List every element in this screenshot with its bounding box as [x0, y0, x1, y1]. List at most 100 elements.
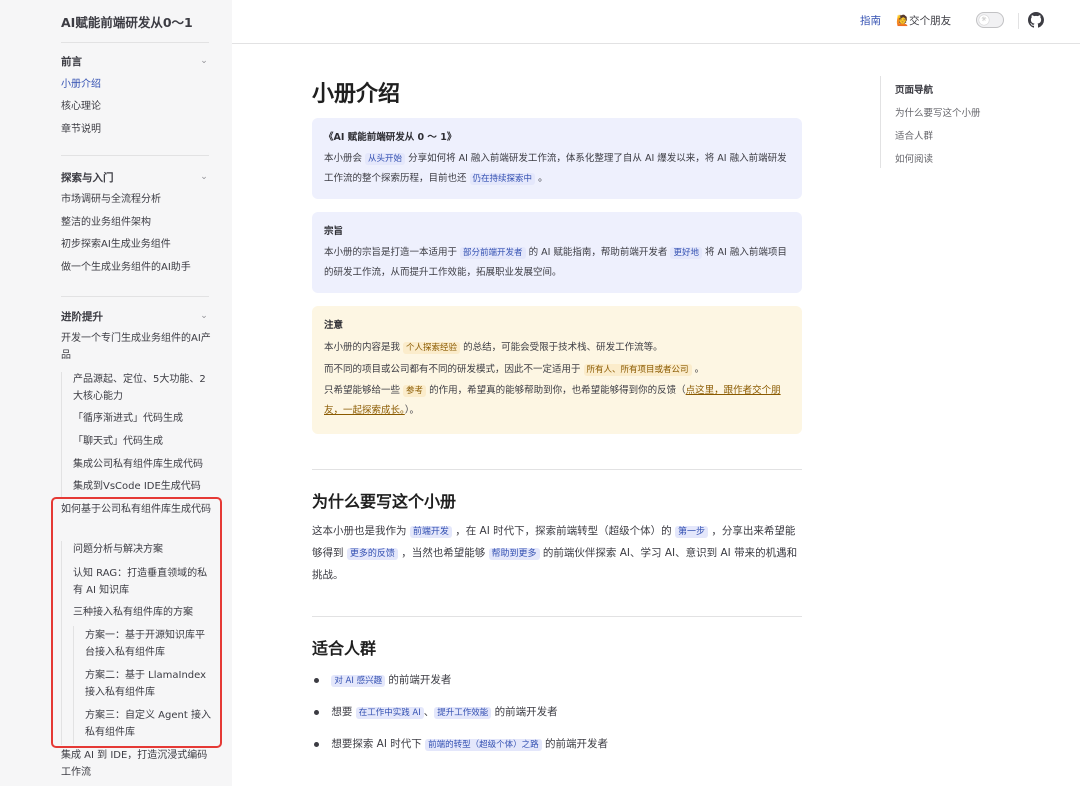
- inline-tag: 前端开发: [409, 526, 452, 538]
- why-paragraph: 这本小册也是我作为 前端开发 ，在 AI 时代下，探索前端转型（超级个体）的 第…: [312, 521, 802, 586]
- callout-text: 本小册的宗旨是打造一本适用于: [324, 247, 458, 258]
- callout-body: 本小册的内容是我 个人探索经验 的总结，可能会受限于技术栈、研发工作流等。 而不…: [324, 337, 790, 420]
- notice-callout: 注意 本小册的内容是我 个人探索经验 的总结，可能会受限于技术栈、研发工作流等。…: [312, 306, 802, 434]
- sidebar-group-title: 前言: [61, 55, 82, 68]
- highlight-box: [51, 497, 222, 748]
- section-heading-audience: 适合人群: [312, 639, 377, 658]
- callout-text: 本小册的内容是我: [324, 342, 401, 353]
- callout-text: 。: [538, 173, 548, 184]
- inline-tag: 前端的转型（超级个体）之路: [425, 739, 542, 751]
- inline-tag: 从头开始: [365, 153, 406, 165]
- outline-item-audience[interactable]: 适合人群: [895, 128, 933, 142]
- callout-text: 而不同的项目或公司都有不同的研发模式，因此不一定适用于: [324, 364, 581, 375]
- sidebar-item-explore-ai[interactable]: 初步探索AI生成业务组件: [61, 236, 171, 253]
- inline-tag: 更好地: [670, 247, 702, 259]
- sidebar-divider: [61, 296, 209, 297]
- sidebar-group-preface[interactable]: 前言 ⌄: [61, 52, 209, 70]
- section-divider: [312, 616, 802, 617]
- notice-line: 而不同的项目或公司都有不同的研发模式，因此不一定适用于 所有人、所有项目或者公司…: [324, 359, 790, 381]
- sidebar-item-product-origin[interactable]: 产品源起、定位、5大功能、2大核心能力: [73, 371, 213, 405]
- sidebar-group-title: 进阶提升: [61, 310, 103, 323]
- inline-tag: 提升工作效能: [434, 707, 492, 719]
- chevron-down-icon[interactable]: ⌄: [199, 172, 209, 182]
- nav-divider: [1018, 13, 1019, 29]
- inline-tag: 帮助到更多: [488, 548, 540, 560]
- sidebar-divider: [61, 42, 209, 43]
- purpose-callout: 宗旨 本小册的宗旨是打造一本适用于 部分前端开发者 的 AI 赋能指南，帮助前端…: [312, 212, 802, 293]
- list-text: 的前端开发者: [494, 706, 558, 718]
- list-item: 想要探索 AI 时代下 前端的转型（超级个体）之路 的前端开发者: [312, 735, 802, 754]
- theme-toggle[interactable]: ☼: [976, 12, 1004, 28]
- sidebar-group-title: 探索与入门: [61, 171, 114, 184]
- outline-item-how-to-read[interactable]: 如何阅读: [895, 151, 933, 165]
- sidebar: AI赋能前端研发从0～1 前言 ⌄ 小册介绍 核心理论 章节说明 探索与入门 ⌄…: [0, 0, 232, 786]
- outline-title: 页面导航: [895, 85, 934, 96]
- nav-guide-link[interactable]: 指南: [860, 13, 881, 28]
- page-title: 小册介绍: [312, 82, 401, 107]
- sidebar-divider: [61, 155, 209, 156]
- sidebar-item-ide[interactable]: 集成 AI 到 IDE，打造沉浸式编码工作流: [61, 747, 211, 781]
- inline-tag: 参考: [403, 385, 427, 397]
- callout-text: 的 AI 赋能指南，帮助前端开发者: [528, 247, 668, 258]
- sidebar-item-ai-product[interactable]: 开发一个专门生成业务组件的AI产品: [61, 330, 211, 364]
- github-icon[interactable]: [1028, 12, 1044, 28]
- sidebar-group-advanced[interactable]: 进阶提升 ⌄: [61, 307, 209, 325]
- para-text: ，在 AI 时代下，探索前端转型（超级个体）的: [455, 525, 672, 537]
- inline-tag: 部分前端开发者: [460, 247, 526, 259]
- callout-text: 只希望能够给一些: [324, 385, 401, 396]
- sidebar-item-chapters[interactable]: 章节说明: [61, 121, 101, 138]
- inline-tag: 第一步: [675, 526, 709, 538]
- nav-friend-link[interactable]: 🙋交个朋友: [896, 13, 951, 28]
- inline-tag: 更多的反馈: [346, 548, 398, 560]
- list-text: 想要探索 AI 时代下: [331, 738, 422, 750]
- bullet-icon: [314, 741, 319, 747]
- outline-item-why[interactable]: 为什么要写这个小册: [895, 105, 981, 119]
- inline-tag: 个人探索经验: [403, 342, 461, 354]
- chevron-down-icon[interactable]: ⌄: [199, 56, 209, 66]
- chevron-down-icon[interactable]: ⌄: [199, 311, 209, 321]
- outline-line: [880, 76, 881, 168]
- list-text: 、: [423, 706, 435, 718]
- callout-text: 的作用，希望真的能够帮助到你，也希望能够得到你的反馈（: [429, 385, 686, 396]
- para-text: ，当然也希望能够: [401, 547, 486, 559]
- callout-body: 本小册会 从头开始 分享如何将 AI 融入前端研发工作流，体系化整理了自从 AI…: [324, 149, 790, 189]
- sidebar-item-ai-assistant[interactable]: 做一个生成业务组件的AI助手: [61, 259, 191, 276]
- para-text: 这本小册也是我作为: [312, 525, 407, 537]
- inline-tag: 对 AI 感兴趣: [331, 675, 386, 687]
- section-divider: [312, 469, 802, 470]
- callout-text: 本小册会: [324, 153, 363, 164]
- inline-tag: 所有人、所有项目或者公司: [583, 364, 692, 376]
- inline-tag: 在工作中实践 AI: [355, 707, 424, 719]
- sidebar-item-chat-gen[interactable]: 「聊天式」代码生成: [73, 433, 163, 450]
- sidebar-item-vscode[interactable]: 集成到VsCode IDE生成代码: [73, 478, 201, 495]
- top-nav: 指南 🙋交个朋友 ☼: [232, 0, 1080, 44]
- notice-line: 本小册的内容是我 个人探索经验 的总结，可能会受限于技术栈、研发工作流等。: [324, 337, 790, 359]
- intro-callout: 《AI 赋能前端研发从 0 ～ 1》 本小册会 从头开始 分享如何将 AI 融入…: [312, 118, 802, 199]
- sidebar-item-step-gen[interactable]: 「循序渐进式」代码生成: [73, 410, 183, 427]
- bullet-icon: [314, 677, 319, 683]
- inline-tag: 仍在持续探索中: [469, 173, 536, 185]
- sidebar-item-intro[interactable]: 小册介绍: [61, 76, 101, 93]
- sidebar-item-core-theory[interactable]: 核心理论: [61, 98, 101, 115]
- list-text: 的前端开发者: [545, 738, 609, 750]
- list-item: 想要 在工作中实践 AI、提升工作效能 的前端开发者: [312, 703, 802, 722]
- notice-line: 只希望能够给一些 参考 的作用，希望真的能够帮助到你，也希望能够得到你的反馈（点…: [324, 381, 790, 420]
- list-item: 对 AI 感兴趣 的前端开发者: [312, 671, 802, 690]
- callout-body: 本小册的宗旨是打造一本适用于 部分前端开发者 的 AI 赋能指南，帮助前端开发者…: [324, 243, 790, 282]
- callout-text: 。: [694, 364, 705, 375]
- sidebar-indent-line: [61, 372, 62, 498]
- section-heading-why: 为什么要写这个小册: [312, 492, 457, 511]
- sun-icon: ☼: [979, 15, 989, 25]
- callout-title: 注意: [324, 320, 344, 331]
- sidebar-group-explore[interactable]: 探索与入门 ⌄: [61, 168, 209, 186]
- site-title[interactable]: AI赋能前端研发从0～1: [61, 12, 193, 31]
- callout-text: ）。: [404, 405, 420, 416]
- list-text: 的前端开发者: [388, 674, 452, 686]
- sidebar-item-private-lib[interactable]: 集成公司私有组件库生成代码: [73, 456, 203, 473]
- callout-title: 《AI 赋能前端研发从 0 ～ 1》: [324, 132, 457, 143]
- bullet-icon: [314, 709, 319, 715]
- list-text: 想要: [331, 706, 353, 718]
- sidebar-item-market-research[interactable]: 市场调研与全流程分析: [61, 191, 161, 208]
- callout-title: 宗旨: [324, 226, 344, 237]
- sidebar-item-architecture[interactable]: 整洁的业务组件架构: [61, 214, 151, 231]
